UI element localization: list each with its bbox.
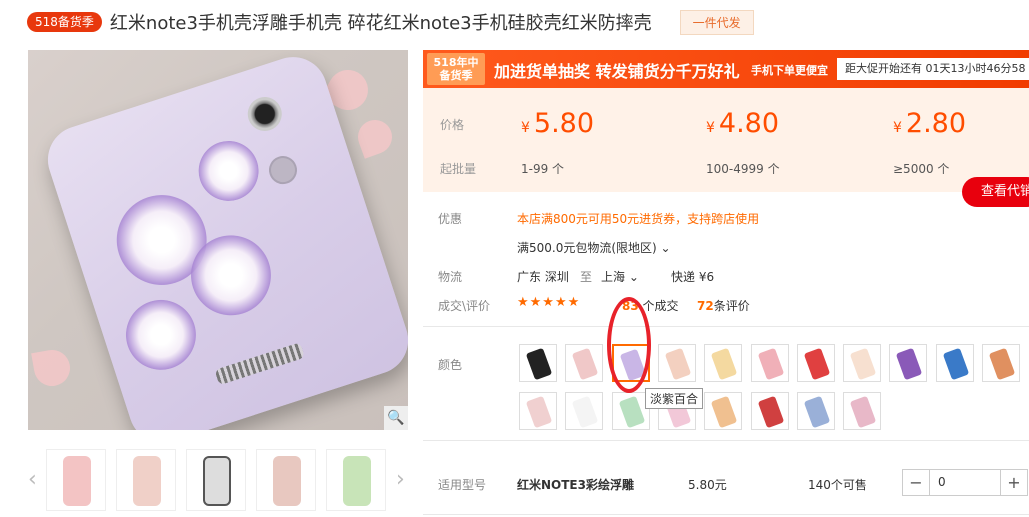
- promo-badge: 518备货季: [27, 12, 102, 32]
- swatch-thumbnail: [942, 347, 969, 381]
- petal-decoration: [31, 347, 73, 389]
- swatch-thumbnail: [757, 395, 784, 429]
- swatch-thumbnail: [525, 347, 553, 381]
- color-swatch[interactable]: [519, 392, 557, 430]
- camera-lens: [243, 92, 287, 136]
- color-swatch[interactable]: [796, 344, 835, 382]
- swatch-thumbnail: [803, 347, 831, 381]
- product-title: 红米note3手机壳浮雕手机壳 碎花红米note3手机硅胶壳红米防摔壳: [109, 13, 652, 34]
- color-swatch[interactable]: [750, 392, 789, 430]
- thumbnail[interactable]: [256, 449, 316, 511]
- color-swatch[interactable]: [611, 392, 650, 430]
- swatch-thumbnail: [988, 347, 1016, 381]
- banner-headline: 加进货单抽奖 转发铺货分千万好礼: [494, 62, 740, 81]
- petal-decoration: [353, 115, 397, 159]
- zoom-icon[interactable]: 🔍: [384, 406, 408, 430]
- promo-banner[interactable]: 518年中 备货季 加进货单抽奖 转发铺货分千万好礼 手机下单更便宜 距大促开始…: [423, 50, 1029, 88]
- swatch-thumbnail: [664, 347, 692, 381]
- color-swatch[interactable]: [935, 344, 974, 382]
- thumbnail[interactable]: [116, 449, 176, 511]
- swatch-thumbnail: [803, 395, 831, 429]
- annotation-circle: [607, 297, 651, 393]
- color-swatch[interactable]: [843, 392, 882, 430]
- swatch-thumbnail: [572, 347, 599, 381]
- color-swatch[interactable]: [796, 392, 835, 430]
- color-label: 颜色: [438, 358, 463, 372]
- swatch-tooltip: 淡紫百合: [645, 388, 704, 409]
- price-label: 价格: [440, 118, 465, 132]
- swatch-thumbnail: [849, 347, 877, 381]
- title-row: 518备货季 红米note3手机壳浮雕手机壳 碎花红米note3手机硅胶壳红米防…: [27, 8, 754, 36]
- color-swatch[interactable]: [843, 344, 882, 382]
- ship-from: 广东 深圳: [517, 270, 569, 284]
- chevron-down-icon: ⌄: [660, 241, 671, 255]
- flower-print: [116, 290, 206, 379]
- color-swatch[interactable]: [657, 344, 696, 382]
- swatch-thumbnail: [849, 395, 877, 429]
- color-swatch[interactable]: [982, 344, 1020, 382]
- speaker-grille: [214, 342, 305, 386]
- fingerprint-sensor: [265, 152, 301, 188]
- price-block: 价格 起批量 ¥5.80 ¥4.80 ¥2.80 1-99 个 100-4999…: [423, 88, 1029, 192]
- ship-to-word: 至: [580, 270, 593, 284]
- main-product-image[interactable]: 🔍: [28, 50, 408, 430]
- thumbnail[interactable]: [46, 449, 106, 511]
- quantity-input[interactable]: 0: [929, 470, 1001, 495]
- color-swatch[interactable]: [565, 344, 604, 382]
- qty-tier-2: 100-4999 个: [706, 162, 780, 176]
- flower-print: [190, 133, 267, 209]
- ship-dest-select[interactable]: 上海 ⌄: [601, 268, 639, 285]
- swatch-thumbnail: [572, 395, 599, 429]
- divider: [423, 514, 1029, 515]
- price-tier-3: ¥2.80: [893, 108, 967, 139]
- model-stock: 140个可售: [808, 478, 867, 492]
- thumbnail-strip: ‹ ›: [28, 449, 413, 511]
- deals-label: 成交\评价: [438, 299, 491, 313]
- swatch-thumbnail: [710, 347, 738, 381]
- model-price: 5.80元: [688, 478, 727, 492]
- logistics-label: 物流: [438, 270, 463, 284]
- free-shipping-text[interactable]: 满500.0元包物流(限地区) ⌄: [517, 239, 671, 256]
- model-name: 红米NOTE3彩绘浮雕: [517, 478, 634, 492]
- dropship-tag: 一件代发: [679, 9, 754, 35]
- color-swatch[interactable]: [889, 344, 928, 382]
- swatch-thumbnail: [896, 347, 923, 381]
- qty-tier-1: 1-99 个: [521, 162, 565, 176]
- thumbs-prev-icon[interactable]: ‹: [28, 467, 37, 492]
- thumbs-next-icon[interactable]: ›: [396, 467, 405, 492]
- review-count[interactable]: 72条评价: [697, 297, 750, 314]
- min-qty-label: 起批量: [440, 162, 477, 176]
- price-tier-2: ¥4.80: [706, 108, 780, 139]
- quantity-stepper[interactable]: − 0 +: [902, 469, 1028, 496]
- qty-tier-3: ≥5000 个: [893, 162, 950, 176]
- swatch-thumbnail: [525, 395, 553, 429]
- banner-subline: 手机下单更便宜: [751, 64, 828, 77]
- plus-button[interactable]: +: [1001, 470, 1027, 495]
- promo-label: 优惠: [438, 212, 463, 226]
- color-swatch[interactable]: [704, 344, 743, 382]
- divider: [423, 326, 1029, 327]
- model-label: 适用型号: [438, 478, 487, 492]
- color-swatch[interactable]: [565, 392, 604, 430]
- color-swatch[interactable]: [519, 344, 557, 382]
- price-tier-1: ¥5.80: [521, 108, 595, 139]
- countdown-timer: 距大促开始还有 01天13小时46分58: [837, 58, 1029, 80]
- color-swatch[interactable]: [704, 392, 743, 430]
- express-fee: 快递 ¥6: [671, 270, 715, 284]
- swatch-thumbnail: [757, 347, 784, 381]
- swatch-thumbnail: [618, 395, 645, 429]
- minus-button[interactable]: −: [903, 470, 929, 495]
- banner-badge-line2: 备货季: [439, 69, 473, 82]
- divider: [423, 440, 1029, 441]
- view-agent-button[interactable]: 查看代销: [962, 177, 1029, 207]
- swatch-thumbnail: [710, 395, 738, 429]
- color-swatch[interactable]: [750, 344, 789, 382]
- banner-badge: 518年中 备货季: [427, 53, 485, 85]
- thumbnail[interactable]: [326, 449, 386, 511]
- coupon-text[interactable]: 本店满800元可用50元进货券，支持跨店使用: [517, 210, 759, 227]
- banner-badge-line1: 518年中: [433, 56, 479, 69]
- thumbnail[interactable]: [186, 449, 246, 511]
- rating-stars: ★★★★★: [517, 295, 581, 310]
- chevron-down-icon: ⌄: [628, 270, 639, 284]
